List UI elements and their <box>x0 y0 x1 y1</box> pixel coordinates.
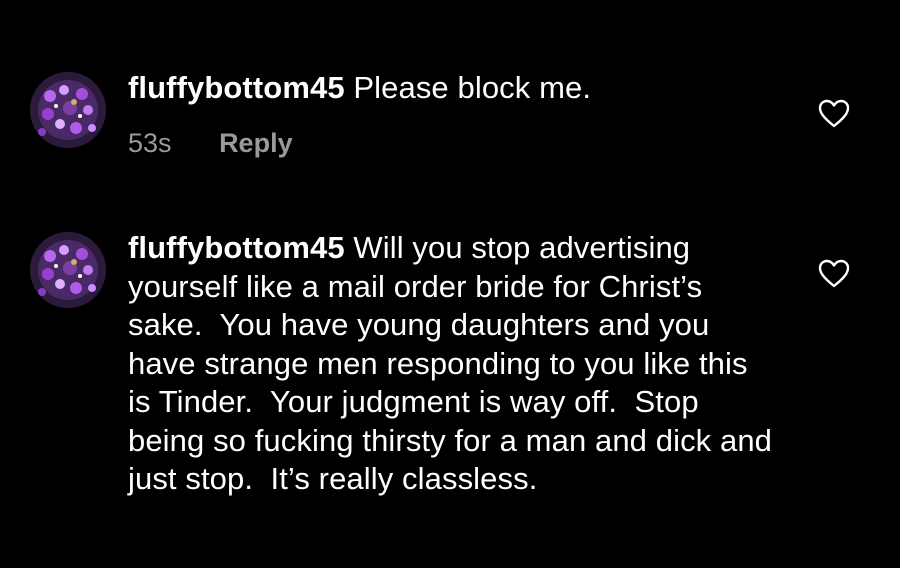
comment-username[interactable]: fluffybottom45 <box>128 230 345 265</box>
heart-outline-icon[interactable] <box>818 99 850 129</box>
avatar-image <box>30 72 106 148</box>
avatar-image <box>30 232 106 308</box>
comment-meta: 53s Reply <box>128 128 293 159</box>
user-avatar[interactable] <box>30 232 106 308</box>
comment-timestamp: 53s <box>128 128 172 158</box>
comment-text: Will you stop advertising yourself like … <box>128 230 781 496</box>
comment-text: Please block me. <box>353 70 592 105</box>
reply-button[interactable]: Reply <box>219 128 293 158</box>
comment-username[interactable]: fluffybottom45 <box>128 70 345 105</box>
comment-body: fluffybottom45 Will you stop advertising… <box>128 229 778 499</box>
heart-outline-icon[interactable] <box>818 259 850 289</box>
user-avatar[interactable] <box>30 72 106 148</box>
comment-body: fluffybottom45 Please block me. <box>128 69 778 108</box>
